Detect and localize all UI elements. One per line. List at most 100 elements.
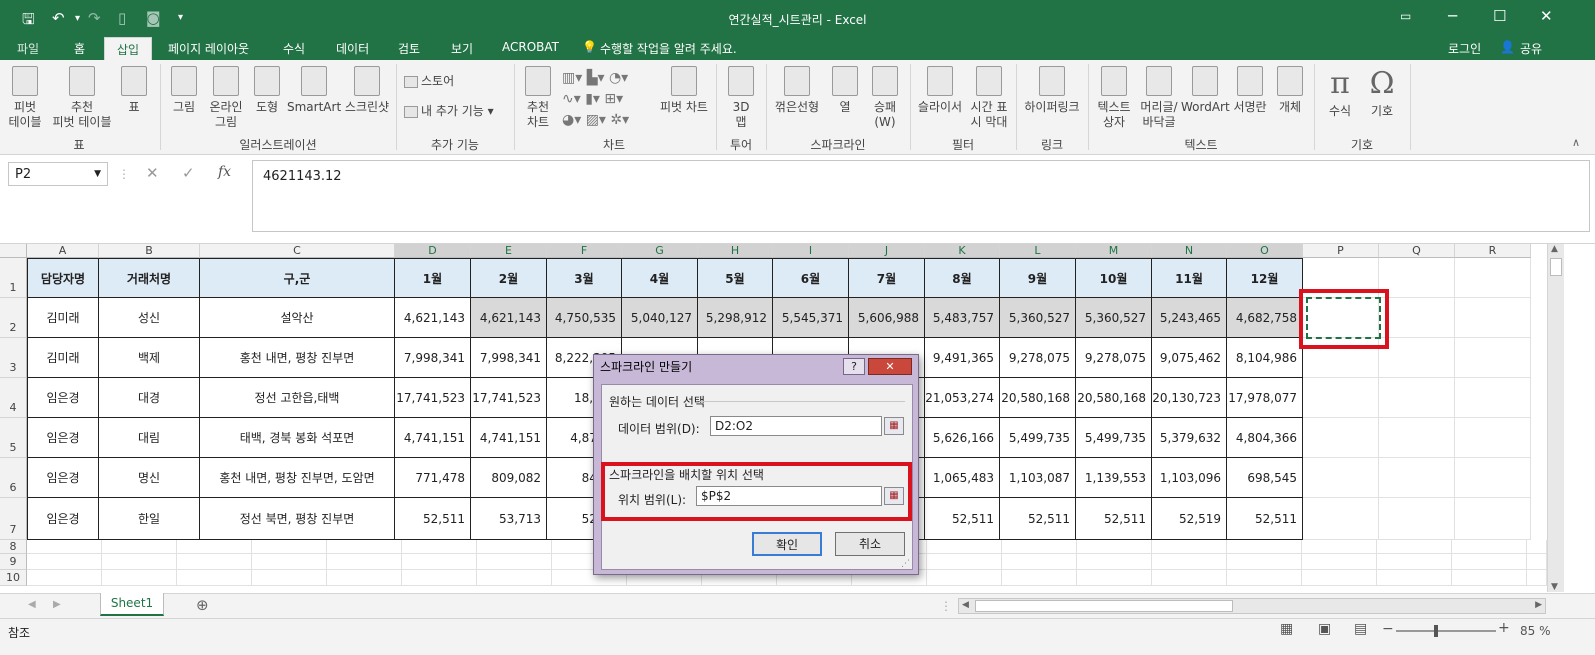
hyperlink-button[interactable]: 하이퍼링크 bbox=[1020, 66, 1084, 115]
wordart-button[interactable]: WordArt bbox=[1181, 66, 1230, 115]
empty-cell[interactable] bbox=[1379, 378, 1455, 418]
tab-file[interactable]: 파일 bbox=[17, 40, 39, 57]
tell-me-box[interactable]: 수행할 작업을 알려 주세요. bbox=[600, 40, 737, 57]
symbol-button[interactable]: Ω 기호 bbox=[1362, 64, 1402, 119]
table-cell[interactable]: 5,243,465 bbox=[1152, 298, 1227, 338]
table-header-cell[interactable]: 담당자명 bbox=[27, 258, 99, 298]
zoom-out-icon[interactable]: − bbox=[1382, 621, 1394, 637]
picture-button[interactable]: 그림 bbox=[167, 66, 201, 115]
table-cell[interactable]: 20,580,168 bbox=[1000, 378, 1076, 418]
table-cell[interactable]: 정선 고한읍,태백 bbox=[200, 378, 395, 418]
table-cell[interactable]: 홍천 내면, 평창 진부면 bbox=[200, 338, 395, 378]
table-cell[interactable]: 20,130,723 bbox=[1152, 378, 1227, 418]
table-cell[interactable]: 4,741,151 bbox=[395, 418, 471, 458]
recommended-charts-button[interactable]: 추천 차트 bbox=[521, 66, 555, 130]
insert-function-icon[interactable]: fx bbox=[218, 164, 231, 180]
pivot-table-button[interactable]: 피벗 테이블 bbox=[4, 66, 46, 130]
recommended-pivot-button[interactable]: 추천 피벗 테이블 bbox=[52, 66, 112, 130]
scroll-right-icon[interactable]: ▶ bbox=[1535, 600, 1542, 610]
tab-formulas[interactable]: 수식 bbox=[283, 40, 305, 57]
row-header-8[interactable]: 8 bbox=[0, 540, 27, 554]
column-header-q[interactable]: Q bbox=[1379, 244, 1455, 258]
add-sheet-icon[interactable]: ⊕ bbox=[196, 596, 209, 614]
table-cell[interactable]: 52,511 bbox=[1227, 498, 1303, 540]
table-cell[interactable]: 5,040,127 bbox=[622, 298, 698, 338]
table-header-cell[interactable]: 거래처명 bbox=[99, 258, 200, 298]
table-button[interactable]: 표 bbox=[118, 66, 150, 115]
table-cell[interactable]: 1,065,483 bbox=[925, 458, 1000, 498]
column-header-l[interactable]: L bbox=[1000, 244, 1076, 258]
table-cell[interactable]: 1,103,087 bbox=[1000, 458, 1076, 498]
minimize-icon[interactable]: ─ bbox=[1448, 7, 1457, 25]
table-header-cell[interactable]: 1월 bbox=[395, 258, 471, 298]
table-cell[interactable]: 설악산 bbox=[200, 298, 395, 338]
table-cell[interactable]: 4,682,758 bbox=[1227, 298, 1303, 338]
table-cell[interactable]: 정선 북면, 평창 진부면 bbox=[200, 498, 395, 540]
column-header-a[interactable]: A bbox=[27, 244, 99, 258]
table-cell[interactable]: 20,580,168 bbox=[1076, 378, 1152, 418]
table-cell[interactable]: 17,978,077 bbox=[1227, 378, 1303, 418]
table-cell[interactable]: 5,483,757 bbox=[925, 298, 1000, 338]
table-cell[interactable]: 1,103,096 bbox=[1152, 458, 1227, 498]
table-header-cell[interactable]: 3월 bbox=[547, 258, 622, 298]
table-cell[interactable]: 성신 bbox=[99, 298, 200, 338]
empty-cell[interactable] bbox=[1379, 458, 1455, 498]
table-cell[interactable]: 대경 bbox=[99, 378, 200, 418]
table-header-cell[interactable]: 6월 bbox=[773, 258, 849, 298]
textbox-button[interactable]: 텍스트 상자 bbox=[1093, 66, 1135, 130]
table-cell[interactable]: 52,511 bbox=[1000, 498, 1076, 540]
table-cell[interactable]: 명신 bbox=[99, 458, 200, 498]
empty-cell[interactable] bbox=[1455, 458, 1531, 498]
table-cell[interactable]: 809,082 bbox=[471, 458, 547, 498]
table-cell[interactable]: 4,741,151 bbox=[471, 418, 547, 458]
table-cell[interactable]: 771,478 bbox=[395, 458, 471, 498]
sparkline-line-button[interactable]: 꺾은선형 bbox=[772, 66, 822, 115]
table-header-cell[interactable]: 2월 bbox=[471, 258, 547, 298]
empty-cell[interactable] bbox=[1379, 418, 1455, 458]
table-cell[interactable]: 9,491,365 bbox=[925, 338, 1000, 378]
empty-cell[interactable] bbox=[1379, 498, 1455, 540]
dialog-close-button[interactable]: ✕ bbox=[868, 358, 912, 375]
page-layout-view-icon[interactable]: ▣ bbox=[1318, 621, 1331, 637]
column-header-j[interactable]: J bbox=[849, 244, 925, 258]
sparkline-column-button[interactable]: 열 bbox=[830, 66, 860, 115]
name-box-dropdown-icon[interactable]: ▼ bbox=[94, 169, 101, 179]
table-cell[interactable]: 698,545 bbox=[1227, 458, 1303, 498]
select-all-corner[interactable] bbox=[0, 244, 27, 258]
empty-cell[interactable] bbox=[1303, 418, 1379, 458]
table-cell[interactable]: 백제 bbox=[99, 338, 200, 378]
table-cell[interactable]: 임은경 bbox=[27, 378, 99, 418]
tab-acrobat[interactable]: ACROBAT bbox=[502, 40, 559, 54]
table-header-cell[interactable]: 4월 bbox=[622, 258, 698, 298]
page-break-view-icon[interactable]: ▤ bbox=[1354, 621, 1367, 637]
horizontal-scroll-thumb[interactable] bbox=[975, 600, 1233, 612]
table-cell[interactable]: 5,499,735 bbox=[1076, 418, 1152, 458]
table-header-cell[interactable]: 12월 bbox=[1227, 258, 1303, 298]
share-button[interactable]: 공유 bbox=[1520, 40, 1542, 57]
table-cell[interactable]: 17,741,523 bbox=[395, 378, 471, 418]
empty-cell[interactable] bbox=[1379, 298, 1455, 338]
table-header-cell[interactable]: 7월 bbox=[849, 258, 925, 298]
empty-cell[interactable] bbox=[1379, 338, 1455, 378]
sparkline-winloss-button[interactable]: 승패 (W) bbox=[866, 66, 904, 130]
zoom-slider-thumb[interactable] bbox=[1434, 625, 1438, 637]
table-header-cell[interactable]: 9월 bbox=[1000, 258, 1076, 298]
sheet-tab-sheet1[interactable]: Sheet1 bbox=[100, 593, 164, 616]
table-cell[interactable]: 5,626,166 bbox=[925, 418, 1000, 458]
table-cell[interactable]: 임은경 bbox=[27, 458, 99, 498]
name-box[interactable]: P2 ▼ bbox=[8, 162, 108, 186]
zoom-in-icon[interactable]: + bbox=[1498, 620, 1510, 636]
table-cell[interactable]: 5,360,527 bbox=[1000, 298, 1076, 338]
row-header-6[interactable]: 6 bbox=[0, 458, 27, 498]
scroll-tabs-right-icon[interactable]: ▶ bbox=[53, 599, 61, 610]
table-header-cell[interactable]: 11월 bbox=[1152, 258, 1227, 298]
column-header-c[interactable]: C bbox=[200, 244, 395, 258]
table-cell[interactable]: 53,713 bbox=[471, 498, 547, 540]
row-header-1[interactable]: 1 bbox=[0, 258, 27, 298]
vertical-scrollbar[interactable]: ▲ ▼ bbox=[1547, 244, 1564, 592]
enter-formula-icon[interactable]: ✓ bbox=[182, 164, 195, 182]
table-header-cell[interactable]: 10월 bbox=[1076, 258, 1152, 298]
tab-data[interactable]: 데이터 bbox=[336, 40, 369, 57]
cancel-formula-icon[interactable]: ✕ bbox=[146, 164, 159, 182]
table-cell[interactable]: 5,499,735 bbox=[1000, 418, 1076, 458]
